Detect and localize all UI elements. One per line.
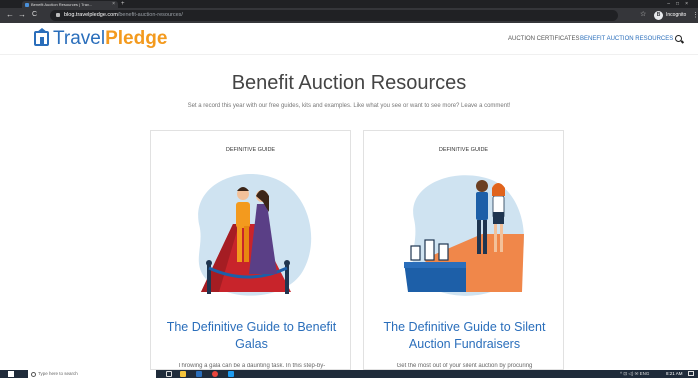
browser-tab-strip: Benefit Auction Resources | Trav... × + …	[0, 0, 698, 8]
taskbar-search-input[interactable]: Type here to search	[28, 370, 156, 378]
back-icon[interactable]: ←	[6, 9, 14, 21]
taskbar-clock[interactable]: 8:21 AM	[666, 370, 683, 378]
browser-menu-icon[interactable]: ⋮	[692, 8, 698, 23]
card-excerpt: Throwing a gala can be a daunting task. …	[177, 363, 326, 369]
page-subtitle: Set a record this year with our free gui…	[187, 103, 511, 109]
guide-card-galas[interactable]: DEFINITIVE GUIDE The Definitive Guide to…	[150, 130, 351, 370]
page-title: Benefit Auction Resources	[231, 72, 467, 94]
address-bar[interactable]: blog.travelpledge.com/benefit-auction-re…	[50, 10, 618, 21]
tab-title: Benefit Auction Resources | Trav...	[31, 2, 92, 7]
card-kicker: DEFINITIVE GUIDE	[438, 147, 489, 153]
bookmark-star-icon[interactable]: ☆	[640, 9, 646, 21]
app-icon[interactable]	[228, 371, 234, 377]
nav-benefit-auction-resources[interactable]: BENEFIT AUCTION RESOURCES	[580, 23, 673, 55]
url-text: blog.travelpledge.com/benefit-auction-re…	[64, 12, 183, 18]
card-title[interactable]: The Definitive Guide to Silent Auction F…	[374, 319, 555, 353]
card-kicker: DEFINITIVE GUIDE	[225, 147, 276, 153]
task-view-icon[interactable]	[166, 371, 172, 377]
windows-taskbar: Type here to search ^ ⊡ ◁) ✉ ENG 8:21 AM	[0, 370, 698, 378]
nav-auction-certificates[interactable]: AUCTION CERTIFICATES	[508, 23, 579, 55]
file-explorer-icon[interactable]	[180, 371, 186, 377]
windows-start-icon[interactable]	[8, 371, 14, 377]
gala-couple-illustration	[198, 174, 312, 296]
favicon-icon	[25, 3, 29, 7]
browser-toolbar: ← → C blog.travelpledge.com/benefit-auct…	[0, 8, 698, 23]
chrome-icon[interactable]	[212, 371, 218, 377]
close-icon[interactable]: ×	[112, 1, 115, 8]
profile-avatar[interactable]: B	[654, 11, 663, 20]
window-controls[interactable]: –□×	[667, 0, 694, 8]
search-icon[interactable]	[675, 35, 682, 42]
card-excerpt: Get the most out of your silent auction …	[396, 363, 533, 369]
card-title[interactable]: The Definitive Guide to Benefit Galas	[161, 319, 342, 353]
site-logo[interactable]: TravelPledge	[53, 29, 167, 49]
new-tab-button[interactable]: +	[121, 0, 125, 8]
profile-name[interactable]: Incognito	[666, 8, 686, 23]
notifications-icon[interactable]	[688, 371, 694, 376]
logo-house-icon[interactable]	[34, 28, 49, 46]
lock-icon	[56, 13, 60, 17]
reload-icon[interactable]: C	[32, 9, 37, 21]
system-tray[interactable]: ^ ⊡ ◁) ✉ ENG	[620, 370, 649, 378]
mail-icon[interactable]	[196, 371, 202, 377]
forward-icon[interactable]: →	[18, 9, 26, 21]
silent-auction-illustration	[404, 175, 524, 296]
guide-card-silent-auction[interactable]: DEFINITIVE GUIDE The Definitive Guide to…	[363, 130, 564, 370]
browser-tab[interactable]: Benefit Auction Resources | Trav... ×	[22, 1, 118, 8]
site-header: TravelPledge AUCTION CERTIFICATES BENEFI…	[0, 23, 698, 55]
